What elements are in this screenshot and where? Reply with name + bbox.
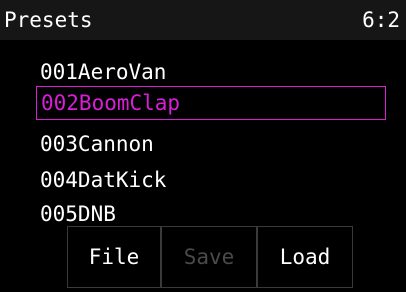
preset-counter: 6:2	[362, 8, 400, 32]
title-bar: Presets 6:2	[0, 0, 406, 40]
page-title: Presets	[4, 8, 93, 32]
preset-item-004[interactable]: 004DatKick	[36, 164, 386, 198]
preset-item-003[interactable]: 003Cannon	[36, 128, 386, 162]
preset-item-001[interactable]: 001AeroVan	[36, 56, 386, 90]
preset-item-002-selected[interactable]: 002BoomClap	[36, 86, 386, 120]
save-button[interactable]: Save	[161, 226, 257, 288]
load-button[interactable]: Load	[257, 226, 353, 288]
file-button[interactable]: File	[67, 226, 161, 288]
